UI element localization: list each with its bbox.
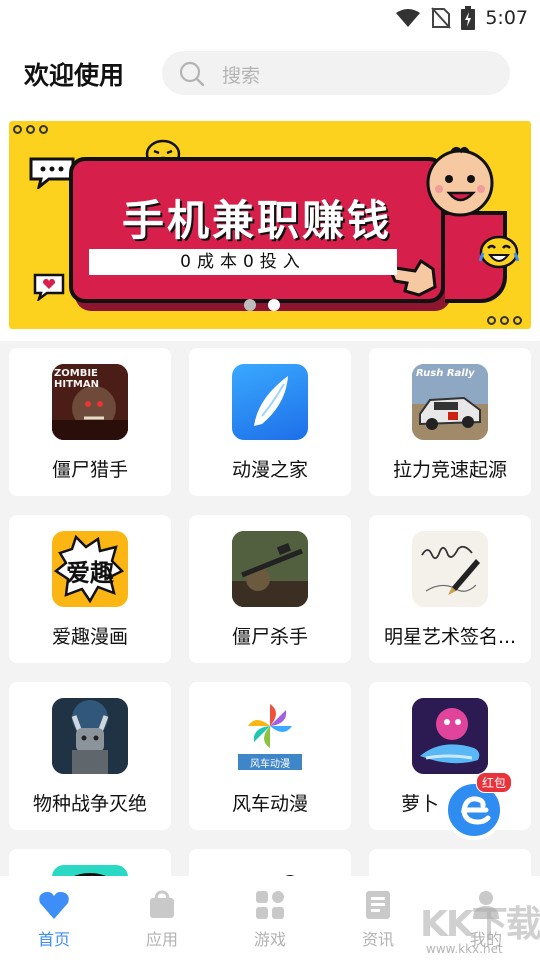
red-packet-button[interactable]: 红包 <box>436 772 512 840</box>
page-title: 欢迎使用 <box>24 61 125 90</box>
feather-wing-icon <box>232 364 308 440</box>
watermark: KK下载 <box>420 904 540 945</box>
signature-pen-icon <box>412 531 488 607</box>
banner-title: 手机兼职赚钱 <box>121 196 392 245</box>
aiqu-comic-icon: 爱趣 <box>52 531 128 607</box>
news-icon <box>366 891 390 919</box>
app-card[interactable]: 物种战争灭绝 <box>9 682 171 830</box>
app-icon-text: Rush Rally <box>416 368 475 379</box>
banner-pager <box>244 299 280 311</box>
laughing-emoji-icon <box>479 235 519 269</box>
pager-dot-active[interactable] <box>268 299 280 311</box>
banner-dots-decoration <box>13 125 48 134</box>
nav-label: 游戏 <box>253 930 286 949</box>
no-sim-icon <box>431 7 452 29</box>
nav-games[interactable]: 游戏 <box>216 876 324 960</box>
app-screen: 5:07 欢迎使用 搜索 手机兼职赚钱 0成本0投入 ZOMBIE HITMAN… <box>0 0 540 960</box>
nav-label: 首页 <box>37 930 70 949</box>
app-name: 拉力竞速起源 <box>392 459 507 481</box>
red-packet-label: 红包 <box>476 772 512 793</box>
status-bar: 5:07 <box>0 0 540 36</box>
app-card[interactable]: 爱趣 爱趣漫画 <box>9 515 171 663</box>
app-icon-text: ZOMBIE HITMAN <box>54 368 99 390</box>
zombie-hunter-icon: ZOMBIE HITMAN <box>52 364 128 440</box>
heart-diamond-icon <box>39 891 69 919</box>
pager-dot[interactable] <box>244 299 256 311</box>
app-card[interactable]: 僵尸杀手 <box>189 515 351 663</box>
heart-bubble-icon <box>33 273 65 301</box>
grid-apps-icon <box>256 891 284 919</box>
app-icon-text: 爱趣 <box>66 559 114 587</box>
wifi-icon <box>396 9 421 27</box>
app-icon-text: 风车动漫 <box>250 759 290 770</box>
search-input[interactable]: 搜索 <box>162 51 510 95</box>
app-card[interactable]: Rush Rally 拉力竞速起源 <box>369 348 531 496</box>
search-icon <box>179 61 205 87</box>
app-card[interactable]: ZOMBIE HITMAN 僵尸猎手 <box>9 348 171 496</box>
app-card[interactable]: 风车动漫 风车动漫 <box>189 682 351 830</box>
app-name: 明星艺术签名... <box>383 626 517 648</box>
header: 欢迎使用 搜索 <box>0 36 540 116</box>
nav-news[interactable]: 资讯 <box>324 876 432 960</box>
banner-dots-decoration <box>487 316 522 325</box>
status-time: 5:07 <box>485 7 528 29</box>
sniper-soldier-icon <box>232 531 308 607</box>
promo-banner[interactable]: 手机兼职赚钱 0成本0投入 <box>9 121 531 329</box>
battery-charging-icon <box>461 6 476 30</box>
app-name: 动漫之家 <box>231 459 308 481</box>
app-name: 爱趣漫画 <box>51 626 128 648</box>
app-card[interactable]: 明星艺术签名... <box>369 515 531 663</box>
pinwheel-icon: 风车动漫 <box>232 698 308 774</box>
app-name: 僵尸杀手 <box>231 626 308 648</box>
banner-area: 手机兼职赚钱 0成本0投入 <box>0 116 540 341</box>
nav-label: 资讯 <box>361 930 394 949</box>
app-name: 风车动漫 <box>231 793 308 815</box>
nav-home[interactable]: 首页 <box>0 876 108 960</box>
armored-creature-icon <box>52 698 128 774</box>
bag-icon <box>150 890 174 918</box>
watermark-url: www.kkx.net <box>426 942 503 956</box>
app-name: 物种战争灭绝 <box>32 793 147 815</box>
banner-subtitle: 0成本0投入 <box>89 249 397 275</box>
nav-label: 应用 <box>145 930 178 949</box>
search-placeholder: 搜索 <box>222 65 261 87</box>
dolphin-icon <box>412 698 488 774</box>
rally-car-icon: Rush Rally <box>412 364 488 440</box>
app-card[interactable]: 动漫之家 <box>189 348 351 496</box>
nav-apps[interactable]: 应用 <box>108 876 216 960</box>
app-name: 僵尸猎手 <box>51 459 128 481</box>
